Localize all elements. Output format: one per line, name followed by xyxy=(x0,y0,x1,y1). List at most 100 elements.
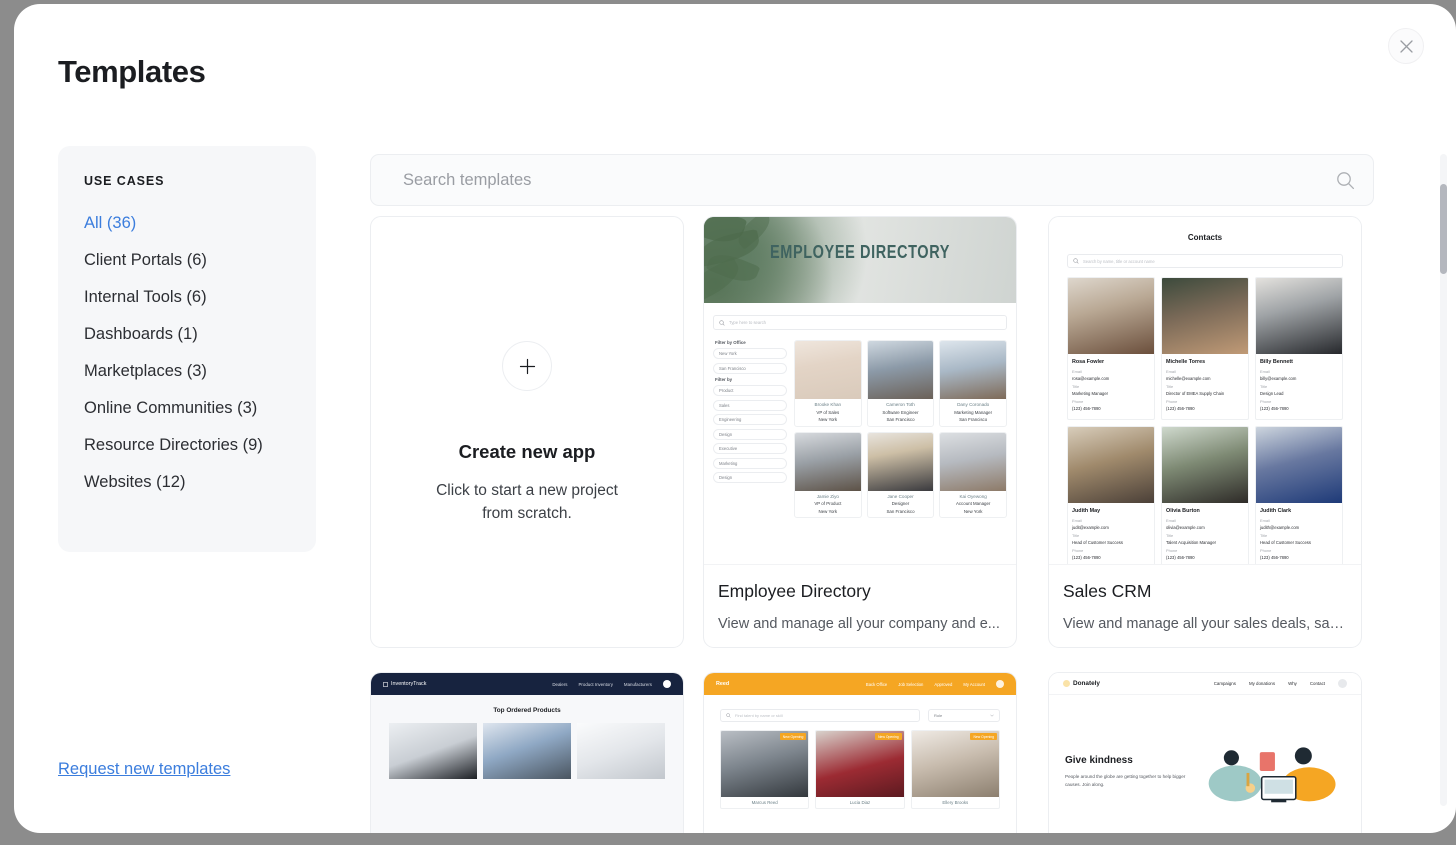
search-icon[interactable] xyxy=(1336,171,1355,190)
search-bar[interactable] xyxy=(370,154,1374,206)
sidebar-item-resource-directories[interactable]: Resource Directories (9) xyxy=(58,427,316,464)
inv-nav-link[interactable]: Dealers xyxy=(552,682,567,687)
or-search[interactable]: Find talent by name or skill xyxy=(720,709,920,722)
ed-dept-chip[interactable]: Design xyxy=(713,472,787,483)
inv-nav: InventoryTrack Dealers Product Inventory… xyxy=(371,673,683,695)
or-person-card[interactable]: New Opening Ellery Brooks xyxy=(910,730,1000,809)
dn-heading: Give kindness xyxy=(1065,755,1133,767)
ed-person[interactable]: Kai Oyewong Account Manager New York xyxy=(939,431,1007,518)
card-title: Sales CRM xyxy=(1063,581,1152,601)
sidebar-item-dashboards[interactable]: Dashboards (1) xyxy=(58,316,316,353)
sidebar-item-websites[interactable]: Websites (12) xyxy=(58,464,316,501)
ed-dept-chip[interactable]: Product xyxy=(713,385,787,396)
product-image xyxy=(577,723,665,779)
template-card-sales-crm[interactable]: Contacts Search by name, title or accoun… xyxy=(1048,216,1362,648)
or-select-value: Role xyxy=(934,713,943,718)
ed-person[interactable]: Jamie Ziyo VP of Product New York xyxy=(794,431,862,518)
crm-contact-email: judit@example.com xyxy=(1072,524,1109,530)
request-new-templates-link[interactable]: Request new templates xyxy=(58,760,230,779)
product-image xyxy=(483,723,571,779)
dn-nav-link[interactable]: Campaigns xyxy=(1214,681,1236,686)
or-person-card[interactable]: New Opening Lucia Diaz xyxy=(815,730,905,809)
avatar[interactable] xyxy=(996,680,1004,688)
crm-contact-card[interactable]: Rosa Fowler Email rosa@example.com Title… xyxy=(1067,277,1155,420)
crm-contact-name: Judith Clark xyxy=(1260,508,1292,514)
crm-phone-label: Phone xyxy=(1072,399,1084,404)
template-card-orange-app[interactable]: Reed Back Office Job Selection Approved … xyxy=(703,672,1017,833)
employee-directory-thumbnail: EMPLOYEE DIRECTORY Type here to search F… xyxy=(704,217,1016,565)
crm-phone-label: Phone xyxy=(1166,399,1178,404)
create-new-app-card[interactable]: Create new app Click to start a new proj… xyxy=(370,216,684,648)
ed-dept-chip[interactable]: Marketing xyxy=(713,457,787,469)
or-nav-link[interactable]: Approved xyxy=(934,682,952,687)
template-card-inventory-track[interactable]: InventoryTrack Dealers Product Inventory… xyxy=(370,672,684,833)
plus-icon xyxy=(502,341,552,392)
or-nav: Reed Back Office Job Selection Approved … xyxy=(704,673,1016,695)
dn-nav-link[interactable]: Why xyxy=(1288,681,1297,686)
dn-paragraph: People around the globe are getting toge… xyxy=(1065,774,1186,787)
ed-person-location: New York xyxy=(818,508,838,514)
crm-contact-name: Rosa Fowler xyxy=(1072,359,1105,365)
crm-title-label: Title xyxy=(1072,384,1080,389)
crm-email-label: Email xyxy=(1072,518,1082,523)
template-card-employee-directory[interactable]: EMPLOYEE DIRECTORY Type here to search F… xyxy=(703,216,1017,648)
crm-email-label: Email xyxy=(1260,518,1270,523)
chevron-down-icon xyxy=(990,714,994,717)
crm-contact-name: Michelle Torres xyxy=(1166,359,1206,365)
crm-contact-card[interactable]: Judith May Email judit@example.com Title… xyxy=(1067,426,1155,564)
inv-nav-link[interactable]: Product Inventory xyxy=(579,682,613,687)
ed-office-chip[interactable]: San Francisco xyxy=(713,362,787,374)
ed-dept-chip[interactable]: Sales xyxy=(713,399,787,411)
sidebar: USE CASES All (36) Client Portals (6) In… xyxy=(58,146,316,552)
close-button[interactable] xyxy=(1388,28,1424,64)
ed-person[interactable]: Brooke Khan VP of Sales New York xyxy=(794,340,862,427)
sidebar-item-all[interactable]: All (36) xyxy=(58,205,316,242)
crm-contact-phone: (123) 456-7890 xyxy=(1072,554,1101,560)
ed-dept-chip[interactable]: Engineering xyxy=(713,414,787,425)
or-nav-link[interactable]: Back Office xyxy=(866,682,887,687)
inv-brand: InventoryTrack xyxy=(383,681,426,687)
crm-phone-label: Phone xyxy=(1072,548,1084,553)
crm-contact-name: Judith May xyxy=(1072,508,1101,514)
or-nav-link[interactable]: My Account xyxy=(963,682,985,687)
ed-person[interactable]: Dany Coronado Marketing Manager San Fran… xyxy=(939,340,1007,427)
ed-dept-chip[interactable]: Executive xyxy=(713,443,787,454)
sidebar-item-client-portals[interactable]: Client Portals (6) xyxy=(58,242,316,279)
crm-contact-email: olivia@example.com xyxy=(1166,524,1205,530)
or-nav-link[interactable]: Job Selection xyxy=(898,682,923,687)
ed-person[interactable]: Jane Cooper Designer San Francisco xyxy=(866,431,935,518)
ed-filter-label: Filter by xyxy=(715,377,733,382)
crm-contact-card[interactable]: Olivia Burton Email olivia@example.com T… xyxy=(1161,426,1249,564)
sidebar-item-internal-tools[interactable]: Internal Tools (6) xyxy=(58,279,316,316)
ed-person-name: Cameron Toth xyxy=(886,402,915,407)
sidebar-list: All (36) Client Portals (6) Internal Too… xyxy=(58,205,316,501)
avatar[interactable] xyxy=(1338,679,1347,688)
crm-title-label: Title xyxy=(1166,384,1174,389)
inv-nav-link[interactable]: Manufacturers xyxy=(624,682,652,687)
avatar[interactable] xyxy=(663,680,671,688)
inv-brand-label: InventoryTrack xyxy=(391,681,427,687)
crm-contact-title: Head of Customer Success xyxy=(1260,539,1311,545)
crm-contact-card[interactable]: Michelle Torres Email michelle@example.c… xyxy=(1161,277,1249,420)
dn-nav-link[interactable]: My donations xyxy=(1249,681,1275,686)
or-person-card[interactable]: New Opening Marcus Reed xyxy=(720,730,810,809)
card-description: View and manage all your sales deals, sa… xyxy=(1063,616,1347,632)
crm-contact-card[interactable]: Judith Clark Email judith@example.com Ti… xyxy=(1255,426,1343,564)
ed-office-chip[interactable]: New York xyxy=(713,348,787,359)
crm-title-label: Title xyxy=(1260,533,1268,538)
ed-person[interactable]: Cameron Toth Software Engineer San Franc… xyxy=(866,340,935,427)
crm-contact-email: judith@example.com xyxy=(1260,524,1300,530)
or-select[interactable]: Role xyxy=(928,709,1000,722)
crm-contact-card[interactable]: Billy Bennett Email billy@example.com Ti… xyxy=(1255,277,1343,420)
dn-nav-link[interactable]: Contact xyxy=(1310,681,1325,686)
crm-contact-email: rosa@example.com xyxy=(1072,375,1110,381)
template-card-donately[interactable]: Donately Campaigns My donations Why Cont… xyxy=(1048,672,1362,833)
ed-dept-chip[interactable]: Design xyxy=(713,428,787,440)
sidebar-item-marketplaces[interactable]: Marketplaces (3) xyxy=(58,353,316,390)
crm-title-label: Title xyxy=(1260,384,1268,389)
sidebar-item-online-communities[interactable]: Online Communities (3) xyxy=(58,390,316,427)
ed-person-role: Marketing Manager xyxy=(954,409,993,415)
search-input[interactable] xyxy=(403,170,1336,190)
scrollbar-thumb[interactable] xyxy=(1440,184,1447,274)
card-description: View and manage all your company and e..… xyxy=(718,616,1000,632)
